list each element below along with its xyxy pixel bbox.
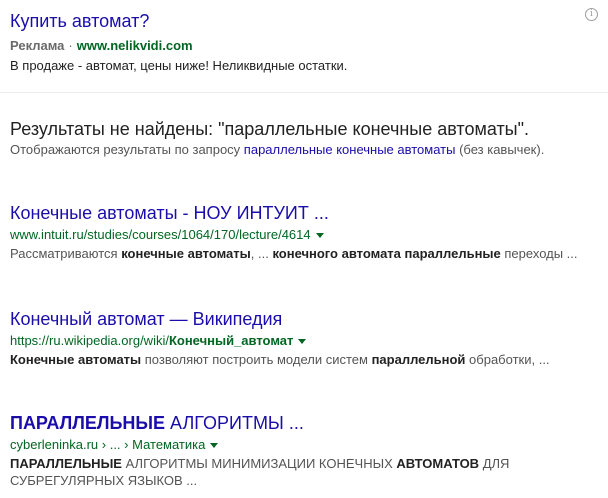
ad-label: Реклама [10,38,65,53]
result-url: cyberleninka.ru › ... › Математика [10,436,600,454]
snippet-highlight: конечного автомата параллельные [272,246,501,261]
result-title-rest: АЛГОРИТМЫ ... [165,413,304,433]
result-title-rest: — Википедия [164,309,283,329]
search-result: Конечный автомат — Википедия https://ru.… [10,308,600,368]
search-result: Конечные автоматы - НОУ ИНТУИТ ... www.i… [10,202,600,262]
snippet-text: АЛГОРИТМЫ МИНИМИЗАЦИИ КОНЕЧНЫХ [121,456,397,471]
info-icon[interactable]: i [585,8,598,21]
result-url: https://ru.wikipedia.org/wiki/Конечный_а… [10,332,600,350]
result-title-bold: ПАРАЛЛЕЛЬНЫЕ [10,413,166,433]
chevron-down-icon[interactable] [298,339,307,345]
result-url-text: www.intuit.ru/studies/courses/1064/170/l… [10,227,311,242]
result-url: www.intuit.ru/studies/courses/1064/170/l… [10,226,600,244]
search-result: ПАРАЛЛЕЛЬНЫЕ АЛГОРИТМЫ ... cyberleninka.… [10,412,600,489]
ad-url[interactable]: www.nelikvidi.com [77,38,193,53]
snippet-highlight: параллельной [371,352,466,367]
no-results-subtext: Отображаются результаты по запросу парал… [10,141,600,158]
result-title-rest: - НОУ ИНТУИТ ... [177,203,329,223]
result-title-link[interactable]: Конечный автомат — Википедия [10,308,600,330]
ad-description: В продаже - автомат, цены ниже! Неликвид… [10,58,348,73]
snippet-text: Рассматриваются [10,246,122,261]
chevron-down-icon[interactable] [315,233,324,239]
snippet-text: обработки, ... [465,352,550,367]
snippet-text: переходы ... [500,246,578,261]
ad-title-link[interactable]: Купить автомат? [10,10,600,32]
result-snippet: ПАРАЛЛЕЛЬНЫЕ АЛГОРИТМЫ МИНИМИЗАЦИИ КОНЕЧ… [10,455,600,489]
snippet-text: , ... [250,246,273,261]
result-url-text: cyberleninka.ru › ... › Математика [10,437,206,452]
no-results-heading: Результаты не найдены: "параллельные кон… [10,119,530,139]
result-title-bold: Конечный автомат [10,309,165,329]
no-results-sub-prefix: Отображаются результаты по запросу [10,142,244,157]
snippet-highlight: конечные автоматы [121,246,251,261]
ad-block: Купить автомат? Реклама · www.nelikvidi.co… [10,10,600,75]
snippet-highlight: ПАРАЛЛЕЛЬНЫЕ [10,456,122,471]
result-title-link[interactable]: Конечные автоматы - НОУ ИНТУИТ ... [10,202,600,224]
result-snippet: Конечные автоматы позволяют построить мо… [10,351,600,368]
result-title-bold: Конечные автоматы [10,203,178,223]
result-title-link[interactable]: ПАРАЛЛЕЛЬНЫЕ АЛГОРИТМЫ ... [10,412,600,434]
result-snippet: Рассматриваются конечные автоматы, ... к… [10,245,600,262]
result-url-text: https://ru.wikipedia.org/wiki/ [10,333,169,348]
chevron-down-icon[interactable] [210,443,219,449]
snippet-text: позволяют построить модели систем [141,352,372,367]
ad-meta: Реклама · www.nelikvidi.com [10,37,600,55]
snippet-highlight: АВТОМАТОВ [396,456,480,471]
ad-separator: · [68,38,73,53]
snippet-highlight: Конечные автоматы [10,352,142,367]
result-url-bold: Конечный_автомат [168,333,294,348]
no-results-sub-suffix: (без кавычек). [455,142,545,157]
divider [0,92,608,93]
no-results-block: Результаты не найдены: "параллельные кон… [10,118,600,158]
query-without-quotes-link[interactable]: параллельные конечные автоматы [244,142,456,157]
